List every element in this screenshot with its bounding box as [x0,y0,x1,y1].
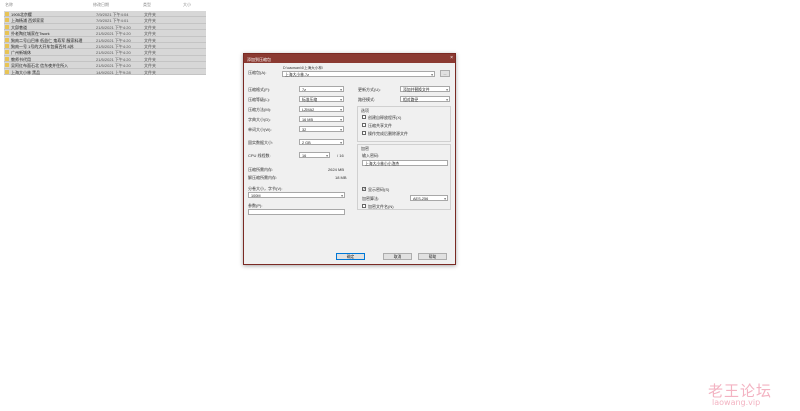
enc-names-label[interactable]: 加密文件名(N) [368,204,394,210]
cpu-value: 16 [302,153,307,158]
show-password-label[interactable]: 显示密码(S) [368,187,389,193]
dialog-titlebar[interactable]: 添加到压缩包 × [244,54,455,63]
update-label: 更新方式(U): [358,87,381,92]
mem-decomp-label: 解压缩所需内存: [248,175,278,180]
ok-button[interactable]: 确定 [336,253,365,260]
chevron-down-icon: ▾ [446,98,448,102]
delete-label[interactable]: 操作完成后删除源文件 [368,131,408,137]
chevron-down-icon: ▾ [340,88,342,92]
update-value: 添加并替换文件 [403,87,430,92]
column-header-size[interactable]: 大小 [183,2,191,8]
enc-method-label: 加密算法: [362,196,380,201]
encrypt-group: 加密 输入密码: 上海大小林小小泡杰 显示密码(S) 加密算法: AES-256… [357,144,451,210]
password-input[interactable]: 上海大小林小小泡杰 [362,160,448,166]
chevron-down-icon: ▾ [340,118,342,122]
folder-icon [5,37,9,42]
level-value: 标准压缩 [302,97,318,102]
path-value: 相对路径 [403,97,419,102]
enc-names-checkbox[interactable] [362,204,366,208]
close-icon[interactable]: × [450,55,453,61]
word-select[interactable]: 32 ▾ [299,126,344,132]
cpu-select[interactable]: 16 ▾ [299,152,330,158]
browse-button[interactable]: ... [440,70,450,77]
watermark-url: laowang.vip [712,398,761,407]
cpu-label: CPU 线程数: [248,153,271,158]
chevron-down-icon: ▾ [340,128,342,132]
options-title: 选项 [361,108,369,113]
column-header-type[interactable]: 类型 [143,2,151,8]
show-password-checkbox[interactable] [362,186,366,191]
format-select[interactable]: 7z ▾ [299,86,344,92]
method-label: 压缩方法(M): [248,107,272,112]
method-select[interactable]: LZMA2 ▾ [299,106,344,112]
help-button[interactable]: 帮助 [418,253,447,260]
encrypt-title: 加密 [361,146,369,151]
method-value: LZMA2 [302,107,315,112]
word-label: 单词大小(W): [248,127,272,132]
shared-label[interactable]: 压缩共享文件 [368,123,392,129]
chevron-down-icon: ▾ [340,98,342,102]
path-select[interactable]: 相对路径 ▾ [400,96,450,102]
folder-icon [5,12,9,16]
folder-icon [5,69,9,74]
folder-icon [5,43,9,48]
params-input[interactable] [248,209,345,215]
shared-checkbox[interactable] [362,123,366,127]
format-label: 压缩格式(F): [248,87,271,92]
folder-icon [5,56,9,61]
dict-label: 字典大小(D): [248,117,271,122]
options-group: 选项 创建自释放程序(X) 压缩共享文件 操作完成后删除源文件 [357,106,451,142]
mem-comp-label: 压缩所需内存: [248,167,274,172]
chevron-down-icon: ▾ [431,73,433,77]
sfx-label[interactable]: 创建自释放程序(X) [368,115,401,121]
file-explorer: 名称 修改日期 类型 大小 1905北京樱 7/9/2021 下午4:04 文件夹上… [0,0,210,84]
file-row[interactable]: 上海大小林 黑品 14/9/2021 上午9:28 文件夹 [4,68,206,75]
archive-name-combo[interactable]: 上海大小林.7z ▾ [282,71,435,77]
file-type: 文件夹 [144,69,156,75]
password-value: 上海大小林小小泡杰 [365,162,400,166]
level-select[interactable]: 标准压缩 ▾ [299,96,344,102]
path-label: 路径模式: [358,97,376,102]
folder-icon [5,18,9,23]
chevron-down-icon: ▾ [340,108,342,112]
delete-checkbox[interactable] [362,131,366,135]
sfx-checkbox[interactable] [362,115,366,119]
mem-decomp-value: 18 MB [335,175,347,180]
split-value: 100M [251,193,261,198]
split-select[interactable]: 100M ▾ [248,192,345,198]
password-label: 输入密码: [362,153,380,158]
dialog-title: 添加到压缩包 [247,56,271,62]
enc-method-select[interactable]: AES-256 ▾ [410,195,448,201]
folder-icon [5,63,9,68]
cpu-max: / 16 [337,153,344,158]
solid-value: 2 GB [302,140,311,145]
update-select[interactable]: 添加并替换文件 ▾ [400,86,450,92]
solid-select[interactable]: 2 GB ▾ [299,139,344,145]
chevron-down-icon: ▾ [446,88,448,92]
solid-label: 固实数据大小: [248,140,274,145]
file-list: 1905北京樱 7/9/2021 下午4:04 文件夹 上海杨浦 西郊家家 7/9/20… [4,11,206,75]
mem-comp-value: 2624 MB [328,167,345,172]
folder-icon [5,24,9,29]
column-header-date[interactable]: 修改日期 [93,2,109,8]
word-value: 32 [302,127,307,132]
chevron-down-icon: ▾ [326,154,328,158]
level-label: 压缩等级(L): [248,97,270,102]
file-date: 14/9/2021 上午9:28 [96,69,131,75]
chevron-down-icon: ▾ [341,194,343,198]
chevron-down-icon: ▾ [444,197,446,201]
archive-name-label: 压缩包(A): [248,70,267,75]
chevron-down-icon: ▾ [340,141,342,145]
archive-name-value: 上海大小林.7z [285,72,310,77]
enc-method-value: AES-256 [413,196,429,201]
dict-select[interactable]: 16 MB ▾ [299,116,344,122]
folder-icon [5,50,9,55]
format-value: 7z [302,87,307,92]
folder-icon [5,31,9,36]
dict-value: 16 MB [302,117,313,122]
column-header-name[interactable]: 名称 [5,2,13,8]
cancel-button[interactable]: 取消 [383,253,412,260]
add-to-archive-dialog: 添加到压缩包 × 压缩包(A): D:\caowan\4\上海大小林\ 上海大小… [243,53,456,265]
